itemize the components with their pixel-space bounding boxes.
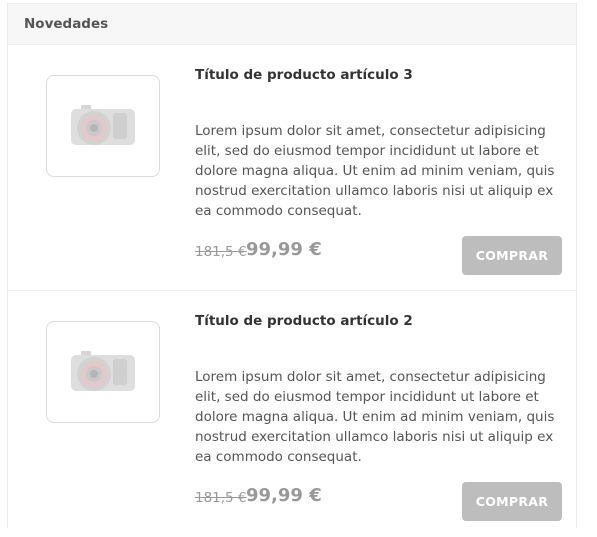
old-price: 181,5 €	[195, 244, 247, 260]
price: 99,99 €	[246, 239, 322, 260]
price: 99,99 €	[246, 485, 322, 506]
product-item: Título de producto artículo 3 Lorem ipsu…	[8, 45, 576, 291]
product-thumbnail[interactable]	[46, 75, 160, 177]
old-price: 181,5 €	[195, 490, 247, 506]
product-description: Lorem ipsum dolor sit amet, consectetur …	[195, 123, 555, 219]
camera-icon	[71, 105, 135, 145]
product-item: Título de producto artículo 2 Lorem ipsu…	[8, 291, 576, 537]
buy-button[interactable]: COMPRAR	[462, 236, 562, 275]
product-description: Lorem ipsum dolor sit amet, consectetur …	[195, 369, 555, 465]
buy-button[interactable]: COMPRAR	[462, 482, 562, 521]
product-title[interactable]: Título de producto artículo 3	[195, 67, 413, 83]
panel-heading: Novedades	[8, 4, 576, 45]
product-thumbnail[interactable]	[46, 321, 160, 423]
news-panel: Novedades Título de producto artículo 3 …	[7, 3, 577, 528]
product-title[interactable]: Título de producto artículo 2	[195, 313, 413, 329]
camera-icon	[71, 351, 135, 391]
